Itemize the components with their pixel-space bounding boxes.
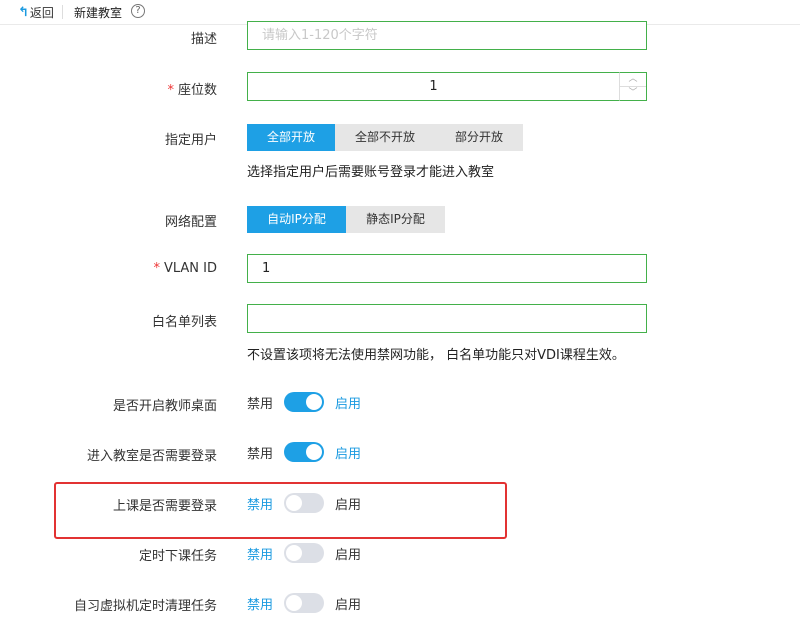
back-button[interactable]: ↰ 返回 bbox=[18, 4, 54, 21]
whitelist-input[interactable] bbox=[247, 304, 647, 333]
teacher-desktop-switch[interactable] bbox=[284, 392, 325, 412]
scheduled-end-label: 定时下课任务 bbox=[138, 549, 217, 564]
seats-stepper-input[interactable]: 1 bbox=[247, 72, 619, 101]
back-label: 返回 bbox=[29, 6, 54, 20]
toggle-on-label: 启用 bbox=[335, 597, 362, 613]
back-arrow-icon: ↰ bbox=[18, 5, 29, 20]
teacher-desktop-label: 是否开启教师桌面 bbox=[112, 399, 217, 414]
header-divider bbox=[62, 5, 63, 19]
toggle-off-label: 禁用 bbox=[247, 497, 274, 513]
toggle-on-label: 启用 bbox=[335, 497, 362, 513]
network-static-ip-button[interactable]: 静态IP分配 bbox=[346, 206, 445, 233]
enter-login-label: 进入教室是否需要登录 bbox=[86, 449, 217, 464]
toggle-on-label: 启用 bbox=[335, 446, 362, 462]
assign-user-hint: 选择指定用户后需要账号登录才能进入教室 bbox=[247, 165, 495, 180]
assign-all-closed-button[interactable]: 全部不开放 bbox=[335, 124, 435, 151]
class-login-switch[interactable] bbox=[284, 493, 325, 513]
class-login-toggle-row: 禁用 启用 bbox=[247, 493, 361, 513]
seats-stepper-buttons: ︿ ﹀ bbox=[619, 72, 647, 101]
teacher-desktop-toggle-row: 禁用 启用 bbox=[247, 392, 361, 412]
description-label: 描述 bbox=[190, 32, 217, 47]
toggle-on-label: 启用 bbox=[335, 396, 362, 412]
scheduled-end-toggle-row: 禁用 启用 bbox=[247, 543, 361, 563]
whitelist-hint: 不设置该项将无法使用禁网功能， 白名单功能只对VDI课程生效。 bbox=[247, 348, 625, 363]
seats-label: * 座位数 bbox=[167, 83, 217, 98]
vlan-label: * VLAN ID bbox=[153, 261, 217, 276]
assign-all-open-button[interactable]: 全部开放 bbox=[247, 124, 335, 151]
page-title: 新建教室 bbox=[74, 6, 123, 20]
vm-cleanup-switch[interactable] bbox=[284, 593, 325, 613]
help-icon[interactable]: ? bbox=[131, 4, 145, 18]
enter-login-toggle-row: 禁用 启用 bbox=[247, 442, 361, 462]
network-segmented: 自动IP分配 静态IP分配 bbox=[247, 206, 445, 233]
toggle-on-label: 启用 bbox=[335, 547, 362, 563]
vm-cleanup-toggle-row: 禁用 启用 bbox=[247, 593, 361, 613]
toggle-off-label: 禁用 bbox=[247, 446, 274, 462]
decrement-icon[interactable]: ﹀ bbox=[620, 87, 646, 101]
network-auto-ip-button[interactable]: 自动IP分配 bbox=[247, 206, 346, 233]
vlan-input[interactable] bbox=[247, 254, 647, 283]
scheduled-end-switch[interactable] bbox=[284, 543, 325, 563]
whitelist-label: 白名单列表 bbox=[151, 315, 217, 330]
toggle-off-label: 禁用 bbox=[247, 597, 274, 613]
toggle-off-label: 禁用 bbox=[247, 396, 274, 412]
enter-login-switch[interactable] bbox=[284, 442, 325, 462]
increment-icon[interactable]: ︿ bbox=[620, 73, 646, 87]
assign-user-label: 指定用户 bbox=[164, 133, 217, 148]
network-label: 网络配置 bbox=[164, 215, 217, 230]
class-login-label: 上课是否需要登录 bbox=[112, 499, 217, 514]
assign-partial-open-button[interactable]: 部分开放 bbox=[435, 124, 523, 151]
assign-user-segmented: 全部开放 全部不开放 部分开放 bbox=[247, 124, 523, 151]
toggle-off-label: 禁用 bbox=[247, 547, 274, 563]
description-input[interactable] bbox=[247, 21, 647, 50]
vm-cleanup-label: 自习虚拟机定时清理任务 bbox=[73, 599, 217, 614]
